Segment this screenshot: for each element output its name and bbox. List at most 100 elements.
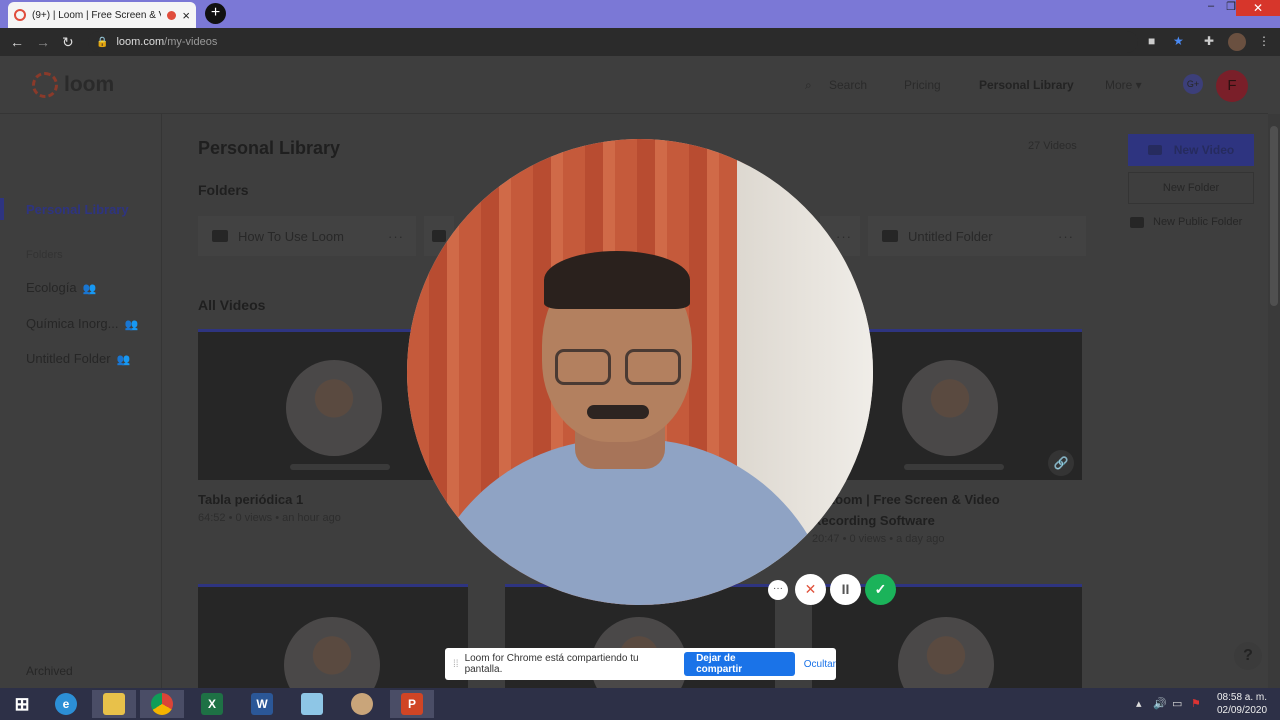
chrome-icon[interactable] xyxy=(140,690,184,718)
webcam-bubble[interactable] xyxy=(407,139,873,605)
loom-logo[interactable]: loom xyxy=(32,72,114,98)
nav-more-dropdown[interactable]: More ▾ xyxy=(1105,78,1142,92)
forward-arrow-icon[interactable]: → xyxy=(36,34,50,50)
new-video-button[interactable]: New Video xyxy=(1128,134,1254,166)
hide-banner-link[interactable]: Ocultar xyxy=(804,659,836,670)
page-header: loom ⌕ Search Pricing Personal Library M… xyxy=(0,56,1268,114)
tab-close-button[interactable]: × xyxy=(182,8,190,23)
powerpoint-icon[interactable]: P xyxy=(390,690,434,718)
loom-logo-icon xyxy=(32,72,58,98)
taskbar-clock[interactable]: 08:58 a. m. 02/09/2020 xyxy=(1212,691,1272,717)
browser-tab[interactable]: (9+) | Loom | Free Screen & Video Record… xyxy=(8,2,196,28)
sidebar: Personal Library Folders Ecología 👥 Quími… xyxy=(0,114,162,688)
webcam-glasses-left xyxy=(555,349,611,385)
sidebar-folder-untitled[interactable]: Untitled Folder 👥 xyxy=(26,351,130,366)
paint-icon[interactable] xyxy=(340,690,384,718)
thumbnail-bubble xyxy=(898,617,994,688)
thumbnail-bubble xyxy=(902,360,998,456)
clock-time: 08:58 a. m. xyxy=(1216,692,1268,703)
drag-handle-icon[interactable]: ⁞⁞ xyxy=(453,659,459,670)
help-button[interactable]: ? xyxy=(1234,642,1262,670)
folder-icon xyxy=(212,230,228,242)
lock-icon: 🔒 xyxy=(96,36,109,48)
recorder-pause-button[interactable]: II xyxy=(830,574,861,605)
shared-people-icon: 👥 xyxy=(116,354,131,366)
new-video-label: New Video xyxy=(1173,143,1235,157)
folder-card-untitled[interactable]: Untitled Folder ··· xyxy=(868,216,1086,256)
new-folder-button[interactable]: New Folder xyxy=(1128,172,1254,204)
url-path: /my-videos xyxy=(164,36,218,48)
sidebar-folder-ecologia[interactable]: Ecología 👥 xyxy=(26,280,96,295)
new-public-folder-button[interactable]: New Public Folder xyxy=(1130,216,1242,228)
stop-sharing-button[interactable]: Dejar de compartir xyxy=(684,652,795,676)
browser-profile-avatar[interactable] xyxy=(1228,33,1246,51)
video-title[interactable]: Tabla periódica 1 xyxy=(198,489,303,510)
windows-start-icon[interactable]: ⊞ xyxy=(0,690,44,718)
active-indicator xyxy=(0,198,4,220)
word-icon[interactable]: W xyxy=(240,690,284,718)
sidebar-item-archived[interactable]: Archived xyxy=(26,664,73,678)
volume-icon[interactable]: 🔊 xyxy=(1153,697,1167,710)
public-folder-icon xyxy=(1130,216,1144,228)
copy-link-icon[interactable]: 🔗 xyxy=(1048,450,1074,476)
search-icon[interactable]: ⌕ xyxy=(805,78,812,93)
folders-section-title: Folders xyxy=(198,182,249,198)
thumbnail-bar xyxy=(904,464,1004,470)
recorder-finish-button[interactable]: ✓ xyxy=(865,574,896,605)
clock-date: 02/09/2020 xyxy=(1216,705,1268,716)
recorder-more-button[interactable]: ··· xyxy=(768,580,788,600)
window-close-button[interactable]: ✕ xyxy=(1236,0,1280,16)
thumbnail-bubble xyxy=(286,360,382,456)
webcam-person-hair xyxy=(544,251,690,309)
all-videos-section-title: All Videos xyxy=(198,297,266,313)
nav-pricing[interactable]: Pricing xyxy=(904,78,941,92)
shared-people-icon: 👥 xyxy=(124,319,139,331)
thumbnail-bubble xyxy=(284,617,380,688)
back-arrow-icon[interactable]: ← xyxy=(10,34,24,50)
folder-icon xyxy=(882,230,898,242)
folder-name: How To Use Loom xyxy=(238,228,344,244)
action-center-icon[interactable]: ⚑ xyxy=(1191,697,1201,710)
loom-logo-text: loom xyxy=(64,73,115,96)
folder-menu-icon[interactable]: ··· xyxy=(1058,229,1074,244)
screen-share-banner: ⁞⁞ Loom for Chrome está compartiendo tu … xyxy=(445,648,836,680)
recorder-cancel-button[interactable]: ✕ xyxy=(795,574,826,605)
page-title: Personal Library xyxy=(198,138,341,158)
folder-menu-icon[interactable]: ··· xyxy=(388,229,404,244)
user-avatar[interactable]: F xyxy=(1216,70,1248,102)
webcam-person-moustache xyxy=(587,405,649,419)
nav-personal-library[interactable]: Personal Library xyxy=(979,78,1074,92)
scrollbar-thumb[interactable] xyxy=(1270,126,1278,306)
extensions-icon[interactable]: ✚ xyxy=(1204,34,1214,48)
sidebar-item-personal-library[interactable]: Personal Library xyxy=(26,202,129,217)
sidebar-folders-label: Folders xyxy=(26,249,63,261)
video-camera-icon xyxy=(1147,145,1162,155)
webcam-glasses-right xyxy=(625,349,681,385)
bookmark-star-icon[interactable]: ★ xyxy=(1173,34,1184,48)
url-domain: loom.com xyxy=(116,36,165,48)
search-link[interactable]: Search xyxy=(829,78,867,92)
new-public-folder-label: New Public Folder xyxy=(1153,216,1243,228)
folder-name: Untitled Folder xyxy=(908,228,993,244)
video-meta: 64:52 • 0 views • an hour ago xyxy=(198,512,341,524)
camera-icon[interactable]: ■ xyxy=(1148,34,1155,48)
network-icon[interactable]: ▭ xyxy=(1172,697,1182,710)
url-field[interactable]: 🔒 loom.com/my-videos xyxy=(88,31,1138,53)
folder-card-how-to-use-loom[interactable]: How To Use Loom ··· xyxy=(198,216,416,256)
page-scrollbar[interactable] xyxy=(1268,114,1280,688)
notes-app-icon[interactable] xyxy=(290,690,334,718)
chrome-menu-icon[interactable]: ⋮ xyxy=(1258,34,1270,48)
tray-chevron-icon[interactable]: ▴ xyxy=(1136,697,1142,710)
reload-icon[interactable]: ↻ xyxy=(62,34,74,51)
notifications-badge[interactable]: G+ xyxy=(1183,74,1203,94)
new-tab-button[interactable]: + xyxy=(205,3,226,24)
excel-icon[interactable]: X xyxy=(190,690,234,718)
video-count: 27 Videos xyxy=(1028,140,1077,152)
tab-title: (9+) | Loom | Free Screen & Video Record… xyxy=(32,9,161,21)
file-explorer-icon[interactable] xyxy=(92,690,136,718)
shared-people-icon: 👥 xyxy=(82,283,97,295)
thumbnail-bar xyxy=(290,464,390,470)
sidebar-folder-quimica[interactable]: Química Inorg... 👥 xyxy=(26,316,138,331)
internet-explorer-icon[interactable]: e xyxy=(44,690,88,718)
loom-favicon-icon xyxy=(14,9,26,21)
